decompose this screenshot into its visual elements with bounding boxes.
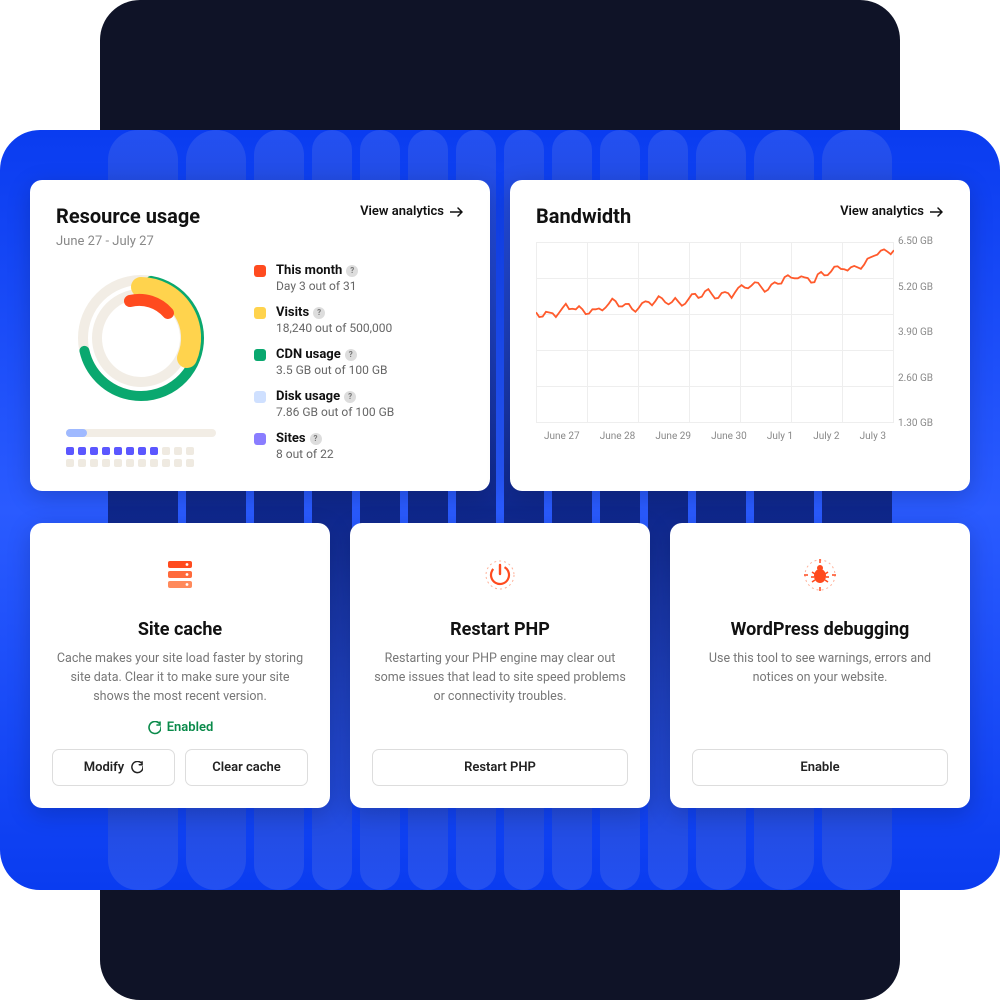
- legend-swatch: [254, 265, 266, 277]
- legend-item: This month?Day 3 out of 31: [254, 263, 394, 293]
- sites-dots: [66, 447, 216, 467]
- arrow-right-icon: [450, 207, 464, 217]
- legend-swatch: [254, 391, 266, 403]
- bandwidth-chart: 6.50 GB5.20 GB3.90 GB2.60 GB1.30 GB June…: [536, 242, 944, 447]
- legend-swatch: [254, 433, 266, 445]
- legend-item: Disk usage?7.86 GB out of 100 GB: [254, 389, 394, 419]
- legend-sub: 7.86 GB out of 100 GB: [276, 405, 394, 419]
- arrow-right-icon: [930, 207, 944, 217]
- bandwidth-card: Bandwidth View analytics: [510, 180, 970, 491]
- debug-desc: Use this tool to see warnings, errors an…: [692, 650, 948, 688]
- debug-enable-button[interactable]: Enable: [692, 749, 948, 786]
- legend-swatch: [254, 307, 266, 319]
- refresh-icon: [130, 761, 143, 774]
- cache-modify-button[interactable]: Modify: [52, 749, 175, 786]
- legend-label: Sites?: [276, 431, 322, 446]
- legend-item: Visits?18,240 out of 500,000: [254, 305, 394, 335]
- help-icon[interactable]: ?: [313, 307, 325, 319]
- legend-label: This month?: [276, 263, 358, 278]
- wp-debug-card: WordPress debugging Use this tool to see…: [670, 523, 970, 808]
- cache-icon: [160, 553, 200, 597]
- cache-title: Site cache: [138, 619, 222, 640]
- resource-date-range: June 27 - July 27: [56, 234, 200, 249]
- bandwidth-view-analytics-link[interactable]: View analytics: [840, 204, 944, 219]
- legend-item: Sites?8 out of 22: [254, 431, 394, 461]
- cache-status: Enabled: [147, 720, 214, 735]
- restart-php-button[interactable]: Restart PHP: [372, 749, 628, 786]
- cache-clear-button[interactable]: Clear cache: [185, 749, 308, 786]
- bandwidth-title: Bandwidth: [536, 204, 631, 228]
- resource-view-analytics-link[interactable]: View analytics: [360, 204, 464, 219]
- power-icon: [480, 553, 520, 597]
- php-desc: Restarting your PHP engine may clear out…: [372, 650, 628, 706]
- site-cache-card: Site cache Cache makes your site load fa…: [30, 523, 330, 808]
- legend-sub: 18,240 out of 500,000: [276, 321, 392, 335]
- restart-php-card: Restart PHP Restarting your PHP engine m…: [350, 523, 650, 808]
- debug-title: WordPress debugging: [731, 619, 910, 640]
- cache-desc: Cache makes your site load faster by sto…: [52, 650, 308, 706]
- php-title: Restart PHP: [450, 619, 550, 640]
- disk-usage-bar: [66, 429, 216, 437]
- legend-label: Visits?: [276, 305, 325, 320]
- bug-icon: [800, 553, 840, 597]
- legend-swatch: [254, 349, 266, 361]
- resource-usage-card: Resource usage June 27 - July 27 View an…: [30, 180, 490, 491]
- legend-sub: Day 3 out of 31: [276, 279, 358, 293]
- resource-title: Resource usage: [56, 204, 200, 228]
- legend-label: Disk usage?: [276, 389, 356, 404]
- help-icon[interactable]: ?: [346, 265, 358, 277]
- help-icon[interactable]: ?: [345, 349, 357, 361]
- usage-gauge-icon: [66, 263, 216, 413]
- legend-sub: 3.5 GB out of 100 GB: [276, 363, 387, 377]
- legend-sub: 8 out of 22: [276, 447, 334, 461]
- help-icon[interactable]: ?: [344, 391, 356, 403]
- legend-label: CDN usage?: [276, 347, 357, 362]
- help-icon[interactable]: ?: [310, 433, 322, 445]
- legend-item: CDN usage?3.5 GB out of 100 GB: [254, 347, 394, 377]
